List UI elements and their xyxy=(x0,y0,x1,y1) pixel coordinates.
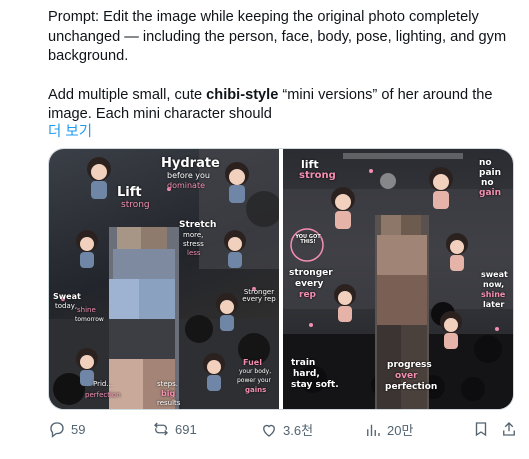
bookmark-icon xyxy=(475,422,487,437)
left-text-stretch: Stretch xyxy=(179,220,217,230)
media-image-left[interactable]: Hydrate before you dominate Lift strong … xyxy=(49,149,279,409)
right-text-every: every xyxy=(295,279,324,289)
left-text-shine: shine xyxy=(77,306,96,314)
left-text-more: more, xyxy=(183,231,204,239)
bookmark-button[interactable] xyxy=(472,420,490,438)
left-text-perfection: perfection xyxy=(85,391,121,399)
left-text-your-body: your body, xyxy=(239,368,272,375)
post-text: Prompt: Edit the image while keeping the… xyxy=(48,8,518,125)
left-text-stress: stress xyxy=(183,240,204,248)
right-text-now: now, xyxy=(483,280,505,289)
like-button[interactable]: 3.6천 xyxy=(260,420,313,439)
right-text-progress: progress xyxy=(387,360,432,370)
media-image-right[interactable]: lift strong no pain no gain YOU GOT THIS… xyxy=(283,149,513,409)
left-text-hydrate: Hydrate xyxy=(161,156,220,171)
post-line-4-before: Add multiple small, cute xyxy=(48,86,207,103)
repost-button[interactable]: 691 xyxy=(152,420,197,438)
post-line-4-after: “mini versions” of her around the xyxy=(278,86,493,103)
share-button[interactable] xyxy=(500,420,518,438)
right-text-stronger: stronger xyxy=(289,268,333,278)
left-text-gains: gains xyxy=(245,386,267,394)
post-line-1: Prompt: Edit the image while keeping the… xyxy=(48,9,479,25)
right-text-train: train xyxy=(291,358,316,368)
views-count: 20만 xyxy=(387,423,414,438)
reply-button[interactable]: 59 xyxy=(48,420,85,438)
post-bold-text: chibi-style xyxy=(206,86,279,103)
right-text-rep: rep xyxy=(299,290,316,300)
post-line-2: unchanged — including the person, face, … xyxy=(48,28,507,45)
left-text-before-you: before you xyxy=(167,171,210,180)
left-text-dominate: dominate xyxy=(167,181,206,190)
show-more-link[interactable]: 더 보기 xyxy=(48,120,92,141)
left-text-tomorrow: tomorrow xyxy=(75,316,104,323)
analytics-icon xyxy=(367,424,380,436)
right-text-stay-soft: stay soft. xyxy=(291,380,339,390)
right-text-shine: shine xyxy=(481,290,506,299)
repost-count: 691 xyxy=(175,421,197,437)
right-text-strong: strong xyxy=(299,170,336,181)
left-text-strong: strong xyxy=(121,200,150,210)
left-text-power-your: power your xyxy=(237,377,271,384)
left-text-results: results xyxy=(157,399,181,407)
left-text-fuel: Fuel xyxy=(243,358,262,367)
action-bar: 59 691 3.6천 20만 xyxy=(48,420,518,444)
right-text-over: over xyxy=(395,371,418,381)
reply-count: 59 xyxy=(71,421,86,437)
right-text-later: later xyxy=(483,300,505,309)
left-text-today: today, xyxy=(55,302,78,310)
reply-icon xyxy=(50,422,64,438)
post-line-3: background. xyxy=(48,48,129,64)
left-text-pride: Prid... xyxy=(93,380,114,388)
post-media[interactable]: Hydrate before you dominate Lift strong … xyxy=(48,148,514,410)
views-button[interactable]: 20만 xyxy=(364,420,413,439)
repost-icon xyxy=(154,422,168,436)
left-text-stronger-every-rep: Stronger every rep xyxy=(242,288,276,304)
post-line-5: image. Each mini character should xyxy=(48,106,272,122)
right-text-gain: gain xyxy=(479,188,502,198)
right-text-lift: lift xyxy=(301,158,319,171)
like-count: 3.6천 xyxy=(283,423,314,438)
right-text-perfection: perfection xyxy=(385,382,438,392)
right-text-sweat: sweat xyxy=(481,270,508,279)
left-text-steps: steps. xyxy=(157,380,179,388)
left-text-big: big xyxy=(161,389,176,398)
left-text-less: less xyxy=(187,249,201,257)
post-line-4: Add multiple small, cute chibi-style “mi… xyxy=(48,86,518,106)
left-text-sweat: Sweat xyxy=(53,292,81,301)
heart-icon xyxy=(263,424,275,437)
right-text-you-got-this: YOU GOT THIS! xyxy=(295,234,321,246)
share-icon xyxy=(503,422,515,436)
left-text-lift: Lift xyxy=(117,185,142,200)
right-text-hard: hard, xyxy=(293,369,320,379)
